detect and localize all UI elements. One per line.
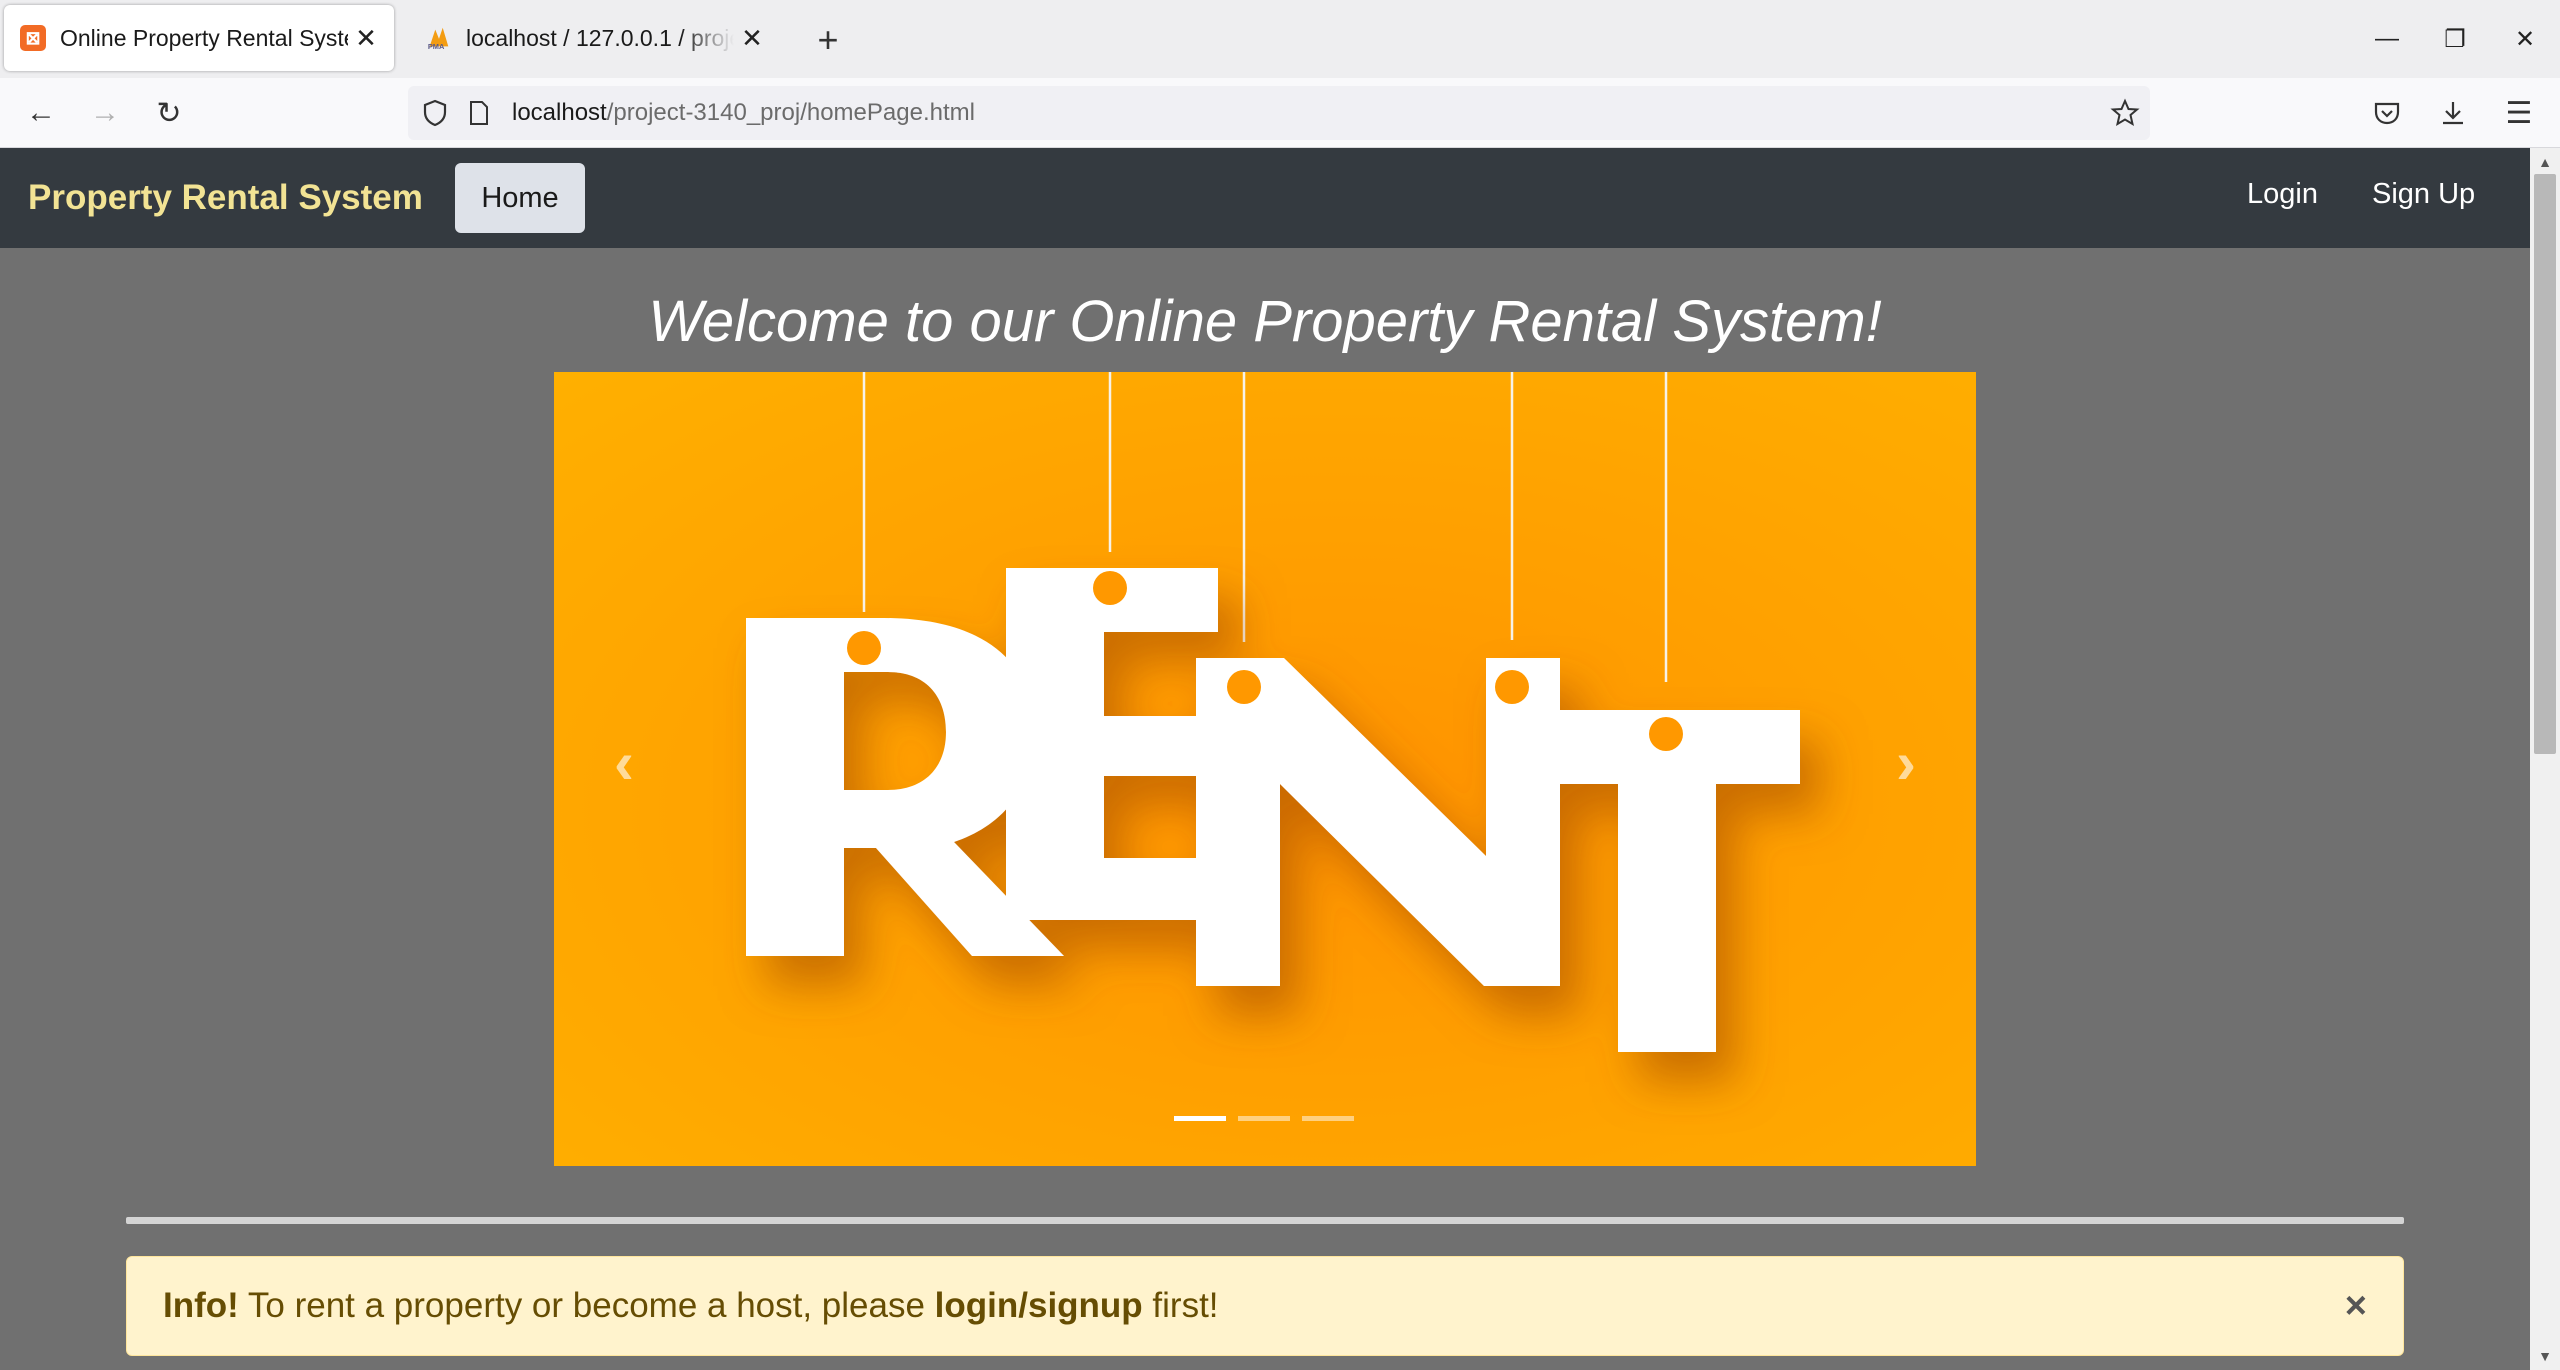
brand-title[interactable]: Property Rental System <box>28 178 423 218</box>
browser-toolbar: ← → ↻ localhost/project-3140_proj/homePa… <box>0 78 2560 148</box>
xampp-favicon-icon: ⊠ <box>20 25 46 51</box>
tab-title: Online Property Rental System <box>60 24 348 51</box>
carousel-prev-icon[interactable]: ‹ <box>594 722 654 802</box>
bookmark-star-icon[interactable] <box>2110 98 2140 128</box>
welcome-heading: Welcome to our Online Property Rental Sy… <box>648 289 1882 354</box>
phpmyadmin-favicon-icon: PMA <box>426 25 452 51</box>
shield-icon[interactable] <box>420 98 450 128</box>
download-icon[interactable] <box>2432 92 2474 134</box>
carousel-indicator-2[interactable] <box>1238 1116 1290 1121</box>
url-text: localhost/project-3140_proj/homePage.htm… <box>512 99 975 126</box>
signup-link[interactable]: Sign Up <box>2372 178 2475 211</box>
info-alert: Info! To rent a property or become a hos… <box>126 1256 2404 1356</box>
page-scrollbar[interactable]: ▲ ▼ <box>2530 148 2560 1370</box>
tab-phpmyadmin[interactable]: PMA localhost / 127.0.0.1 / project-3140… <box>410 5 780 71</box>
rent-letters-image <box>746 372 1800 1052</box>
carousel-indicator-3[interactable] <box>1302 1116 1354 1121</box>
divider <box>126 1217 2404 1224</box>
address-bar[interactable]: localhost/project-3140_proj/homePage.htm… <box>408 86 2150 140</box>
minimize-icon[interactable]: — <box>2366 18 2408 60</box>
tab-title: localhost / 127.0.0.1 / project-3140_pro… <box>466 24 734 51</box>
alert-close-icon[interactable]: × <box>2345 1285 2367 1328</box>
scroll-up-icon[interactable]: ▲ <box>2534 152 2556 172</box>
scroll-down-icon[interactable]: ▼ <box>2534 1346 2556 1366</box>
login-signup-text: login/signup <box>934 1286 1143 1325</box>
carousel-next-icon[interactable]: › <box>1876 722 1936 802</box>
forward-arrow-icon[interactable]: → <box>84 92 126 134</box>
svg-text:PMA: PMA <box>428 42 445 51</box>
new-tab-plus-icon[interactable]: + <box>808 19 848 60</box>
back-arrow-icon[interactable]: ← <box>20 92 62 134</box>
page-icon <box>464 98 494 128</box>
login-link[interactable]: Login <box>2247 178 2318 211</box>
alert-text: Info! To rent a property or become a hos… <box>163 1286 1219 1325</box>
window-close-icon[interactable]: ✕ <box>2504 18 2546 60</box>
home-button[interactable]: Home <box>455 163 585 233</box>
browser-tab-strip: ⊠ Online Property Rental System ✕ PMA lo… <box>0 0 2560 78</box>
hero-carousel: ‹ › <box>554 372 1976 1166</box>
carousel-indicator-1[interactable] <box>1174 1116 1226 1121</box>
close-tab-icon[interactable]: ✕ <box>734 20 770 56</box>
close-tab-icon[interactable]: ✕ <box>348 20 384 56</box>
restore-icon[interactable]: ❐ <box>2434 18 2476 60</box>
reload-icon[interactable]: ↻ <box>148 92 190 134</box>
pocket-icon[interactable] <box>2366 92 2408 134</box>
scroll-thumb[interactable] <box>2534 174 2556 754</box>
carousel-indicators <box>1174 1116 1354 1121</box>
menu-hamburger-icon[interactable]: ☰ <box>2498 92 2540 134</box>
tab-online-property-rental[interactable]: ⊠ Online Property Rental System ✕ <box>4 5 394 71</box>
site-navbar: Property Rental System Home Login Sign U… <box>0 148 2530 248</box>
